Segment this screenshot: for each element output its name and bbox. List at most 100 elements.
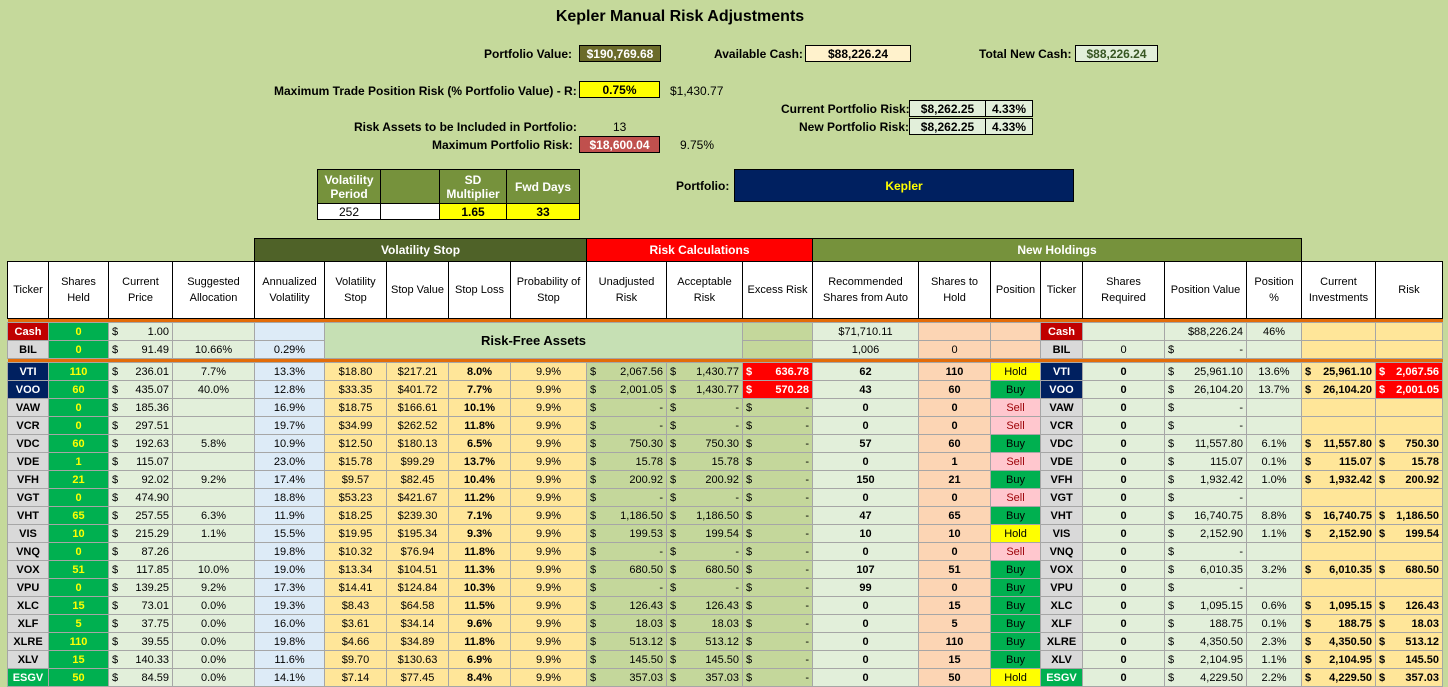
ticker[interactable]: ESGV <box>7 668 49 687</box>
position-action[interactable]: Sell <box>990 416 1041 435</box>
ticker-2: VGT <box>1040 488 1083 507</box>
ticker[interactable]: VDE <box>7 452 49 471</box>
ticker[interactable]: XLF <box>7 614 49 633</box>
column-header[interactable]: Volatility Stop <box>324 261 387 319</box>
current-investments: 188.75 <box>1338 617 1372 630</box>
ticker[interactable]: VGT <box>7 488 49 507</box>
vol-period-cell[interactable]: 252 <box>317 203 381 220</box>
shares-held[interactable]: 10 <box>48 524 109 543</box>
position-action[interactable]: Buy <box>990 470 1041 489</box>
total-new-cash-cell[interactable]: $88,226.24 <box>1075 45 1158 62</box>
shares-held[interactable]: 110 <box>48 362 109 381</box>
position-action[interactable]: Buy <box>990 380 1041 399</box>
ticker[interactable]: XLC <box>7 596 49 615</box>
position-action[interactable]: Sell <box>990 398 1041 417</box>
current-risk-value-cell[interactable]: $8,262.25 <box>909 100 986 117</box>
position-action[interactable]: Buy <box>990 434 1041 453</box>
position-action[interactable]: Hold <box>990 668 1041 687</box>
shares-held[interactable]: 0 <box>48 416 109 435</box>
stop-loss: 10.3% <box>448 578 511 597</box>
column-header[interactable]: Suggested Allocation <box>172 261 255 319</box>
shares-held[interactable]: 0 <box>48 340 109 359</box>
ticker[interactable]: VTI <box>7 362 49 381</box>
column-header[interactable]: Stop Value <box>386 261 449 319</box>
column-header[interactable]: Ticker <box>7 261 49 319</box>
fwd-days-cell[interactable]: 33 <box>506 203 580 220</box>
shares-held[interactable]: 15 <box>48 650 109 669</box>
ticker[interactable]: VIS <box>7 524 49 543</box>
position-action[interactable]: Sell <box>990 488 1041 507</box>
column-header[interactable]: Current Price <box>108 261 173 319</box>
shares-held[interactable]: 0 <box>48 322 109 341</box>
position-action[interactable]: Buy <box>990 578 1041 597</box>
position-action[interactable]: Buy <box>990 596 1041 615</box>
column-header[interactable]: Ticker <box>1040 261 1083 319</box>
column-header[interactable]: Unadjusted Risk <box>586 261 667 319</box>
annualized-volatility: 16.9% <box>254 398 325 417</box>
shares-held[interactable]: 0 <box>48 488 109 507</box>
column-header[interactable]: Recommended Shares from Auto <box>812 261 919 319</box>
acceptable-risk: 513.12 <box>705 635 739 648</box>
shares-held[interactable]: 0 <box>48 542 109 561</box>
ticker-bil[interactable]: BIL <box>7 340 49 359</box>
total-new-cash-label: Total New Cash: <box>979 47 1072 61</box>
ticker-cash[interactable]: Cash <box>7 322 49 341</box>
position-action[interactable]: Sell <box>990 542 1041 561</box>
shares-held[interactable]: 50 <box>48 668 109 687</box>
shares-held[interactable]: 60 <box>48 434 109 453</box>
current-risk-pct-cell[interactable]: 4.33% <box>985 100 1033 117</box>
ticker[interactable]: VFH <box>7 470 49 489</box>
position-action[interactable]: Buy <box>990 632 1041 651</box>
max-portfolio-risk-cell[interactable]: $18,600.04 <box>579 136 660 153</box>
ticker[interactable]: VDC <box>7 434 49 453</box>
shares-held[interactable]: 0 <box>48 398 109 417</box>
ticker[interactable]: VAW <box>7 398 49 417</box>
position-action[interactable]: Buy <box>990 650 1041 669</box>
column-header[interactable]: Shares Required <box>1082 261 1165 319</box>
ticker[interactable]: VNQ <box>7 542 49 561</box>
position-action[interactable]: Buy <box>990 506 1041 525</box>
ticker[interactable]: VHT <box>7 506 49 525</box>
max-trade-risk-pct-cell[interactable]: 0.75% <box>579 81 660 98</box>
position-action[interactable]: Sell <box>990 452 1041 471</box>
shares-held[interactable]: 5 <box>48 614 109 633</box>
ticker[interactable]: XLV <box>7 650 49 669</box>
shares-held[interactable]: 21 <box>48 470 109 489</box>
ticker[interactable]: XLRE <box>7 632 49 651</box>
position-action[interactable]: Buy <box>990 560 1041 579</box>
shares-held[interactable]: 60 <box>48 380 109 399</box>
ticker[interactable]: VCR <box>7 416 49 435</box>
new-risk-pct-cell[interactable]: 4.33% <box>985 118 1033 135</box>
ticker[interactable]: VPU <box>7 578 49 597</box>
position-action[interactable]: Hold <box>990 362 1041 381</box>
column-header[interactable]: Current Investments <box>1301 261 1376 319</box>
shares-held[interactable]: 51 <box>48 560 109 579</box>
column-header[interactable]: Stop Loss <box>448 261 511 319</box>
position-action[interactable]: Buy <box>990 614 1041 633</box>
column-header[interactable]: Position % <box>1246 261 1302 319</box>
shares-held[interactable]: 110 <box>48 632 109 651</box>
shares-held[interactable]: 65 <box>48 506 109 525</box>
column-header[interactable]: Shares Held <box>48 261 109 319</box>
position-action[interactable]: Hold <box>990 524 1041 543</box>
ticker[interactable]: VOO <box>7 380 49 399</box>
column-header[interactable]: Excess Risk <box>742 261 813 319</box>
new-risk-value-cell[interactable]: $8,262.25 <box>909 118 986 135</box>
column-header[interactable]: Risk <box>1375 261 1443 319</box>
position-pct <box>1246 488 1302 507</box>
column-header[interactable]: Position <box>990 261 1041 319</box>
column-header[interactable]: Annualized Volatility <box>254 261 325 319</box>
shares-held[interactable]: 0 <box>48 578 109 597</box>
column-header[interactable]: Probability of Stop <box>510 261 587 319</box>
portfolio-name-cell[interactable]: Kepler <box>734 169 1074 202</box>
column-header[interactable]: Position Value <box>1164 261 1247 319</box>
shares-held[interactable]: 1 <box>48 452 109 471</box>
column-header[interactable]: Shares to Hold <box>918 261 991 319</box>
annualized-volatility: 11.9% <box>254 506 325 525</box>
available-cash-cell[interactable]: $88,226.24 <box>805 45 911 62</box>
shares-held[interactable]: 15 <box>48 596 109 615</box>
sd-multiplier-cell[interactable]: 1.65 <box>439 203 507 220</box>
column-header[interactable]: Acceptable Risk <box>666 261 743 319</box>
portfolio-value-cell[interactable]: $190,769.68 <box>579 45 661 62</box>
ticker[interactable]: VOX <box>7 560 49 579</box>
